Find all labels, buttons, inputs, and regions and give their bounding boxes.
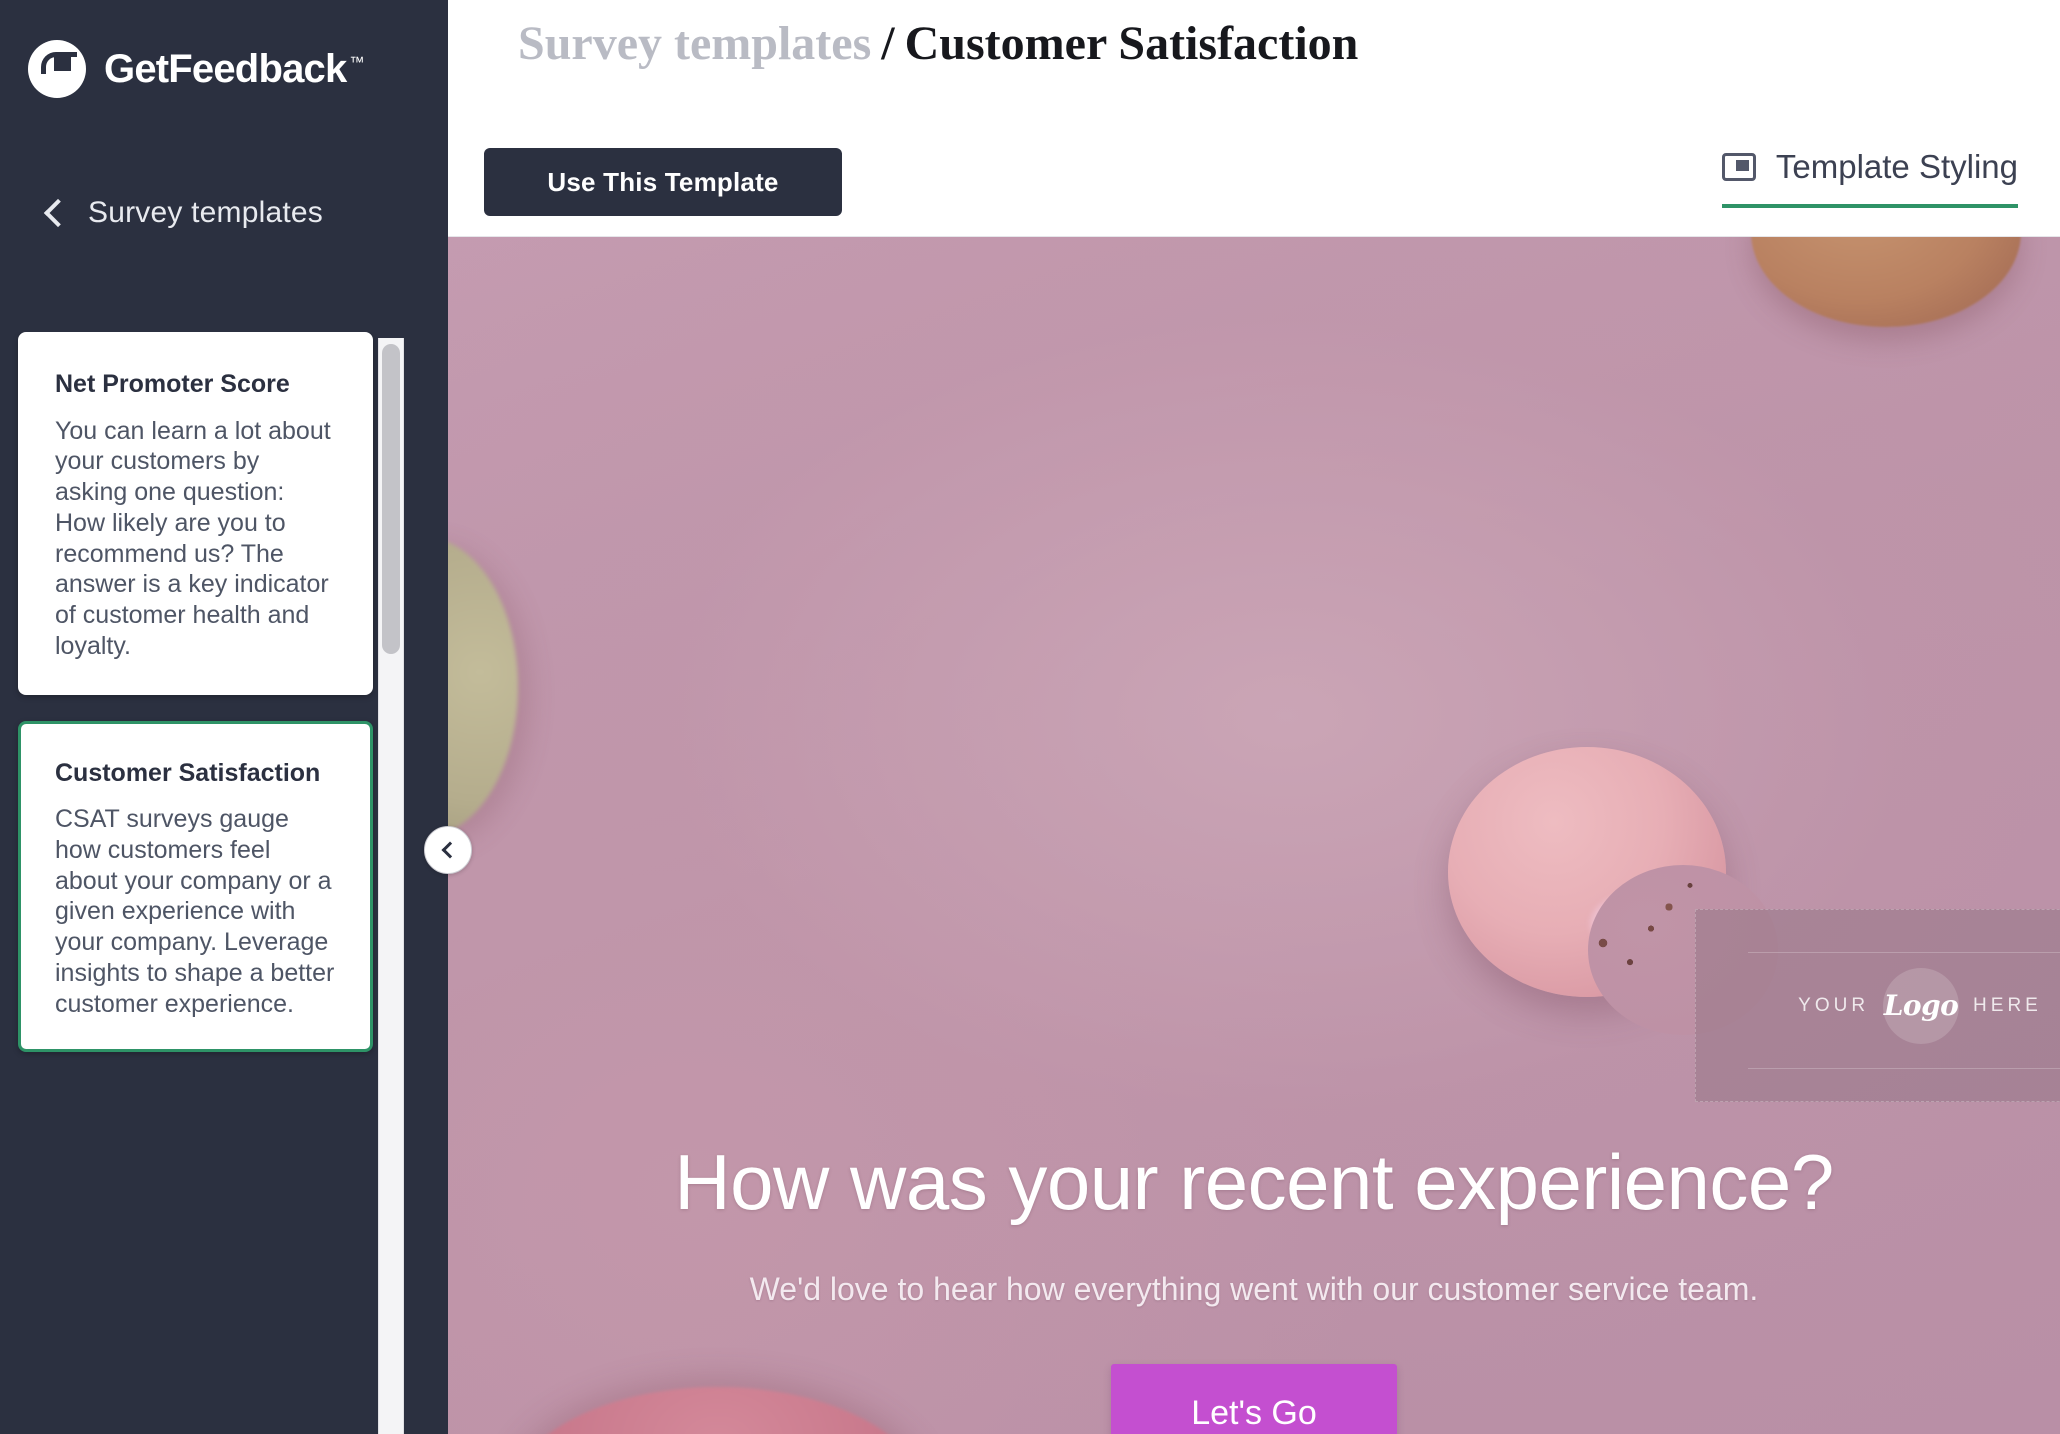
breadcrumb-current: Customer Satisfaction xyxy=(904,17,1359,70)
template-card-description: You can learn a lot about your customers… xyxy=(55,416,331,660)
sidebar: GetFeedback ™ Survey templates Net Promot… xyxy=(0,0,448,1434)
tab-template-styling[interactable]: Template Styling xyxy=(1721,148,2018,208)
layout-panel-icon xyxy=(1721,153,1756,181)
lets-go-button[interactable]: Let's Go xyxy=(1111,1364,1397,1434)
logo-placeholder-content: YOUR Logo HERE xyxy=(1798,967,2042,1044)
logo-placeholder-left-word: YOUR xyxy=(1798,994,1870,1016)
survey-title: How was your recent experience? xyxy=(674,1138,1834,1226)
brand-name: GetFeedback ™ xyxy=(104,46,364,91)
template-card-title: Net Promoter Score xyxy=(55,370,290,398)
collapse-sidebar-button[interactable] xyxy=(424,826,472,874)
template-card-csat[interactable]: Customer Satisfaction CSAT surveys gauge… xyxy=(18,720,373,1053)
template-card-nps[interactable]: Net Promoter Score You can learn a lot a… xyxy=(18,332,373,695)
brand-logo[interactable]: GetFeedback ™ xyxy=(0,0,448,110)
logo-placeholder-right-word: HERE xyxy=(1973,994,2042,1016)
getfeedback-logo-icon xyxy=(28,40,86,98)
tab-template-styling-label: Template Styling xyxy=(1775,148,2018,185)
breadcrumb-parent-link[interactable]: Survey templates xyxy=(518,17,871,70)
chevron-left-icon xyxy=(441,841,459,859)
logo-rule-top xyxy=(1748,952,2060,953)
app-root: GetFeedback ™ Survey templates Net Promot… xyxy=(0,0,2060,1434)
preview-background xyxy=(448,237,2060,1434)
logo-placeholder[interactable]: YOUR Logo HERE xyxy=(1695,909,2060,1102)
breadcrumb: Survey templates / Customer Satisfaction xyxy=(518,16,1358,71)
trademark-symbol: ™ xyxy=(349,54,364,72)
template-card-list: Net Promoter Score You can learn a lot a… xyxy=(0,332,400,1434)
main-content: Survey templates / Customer Satisfaction U… xyxy=(448,0,2060,1434)
use-this-template-button[interactable]: Use This Template xyxy=(484,148,842,216)
top-bar: Survey templates / Customer Satisfaction U… xyxy=(448,0,2060,237)
survey-preview-canvas: YOUR Logo HERE How was your recent exper… xyxy=(448,237,2060,1434)
logo-placeholder-script: Logo xyxy=(1883,989,1959,1022)
logo-rule-bottom xyxy=(1748,1068,2060,1069)
template-card-title: Customer Satisfaction xyxy=(55,758,321,787)
sidebar-scrollbar[interactable] xyxy=(378,338,404,1434)
template-card-description: CSAT surveys gauge how customers feel ab… xyxy=(55,805,335,1018)
sidebar-scrollbar-thumb[interactable] xyxy=(382,344,400,654)
logo-placeholder-circle: Logo xyxy=(1883,967,1960,1044)
back-link-label: Survey templates xyxy=(88,196,323,229)
macaron-bitten-image xyxy=(1448,747,1778,1035)
back-to-survey-templates-link[interactable]: Survey templates xyxy=(43,196,348,230)
breadcrumb-separator: / xyxy=(881,17,895,70)
chevron-left-icon xyxy=(43,198,73,228)
survey-subtitle: We'd love to hear how everything went wi… xyxy=(749,1271,1759,1307)
